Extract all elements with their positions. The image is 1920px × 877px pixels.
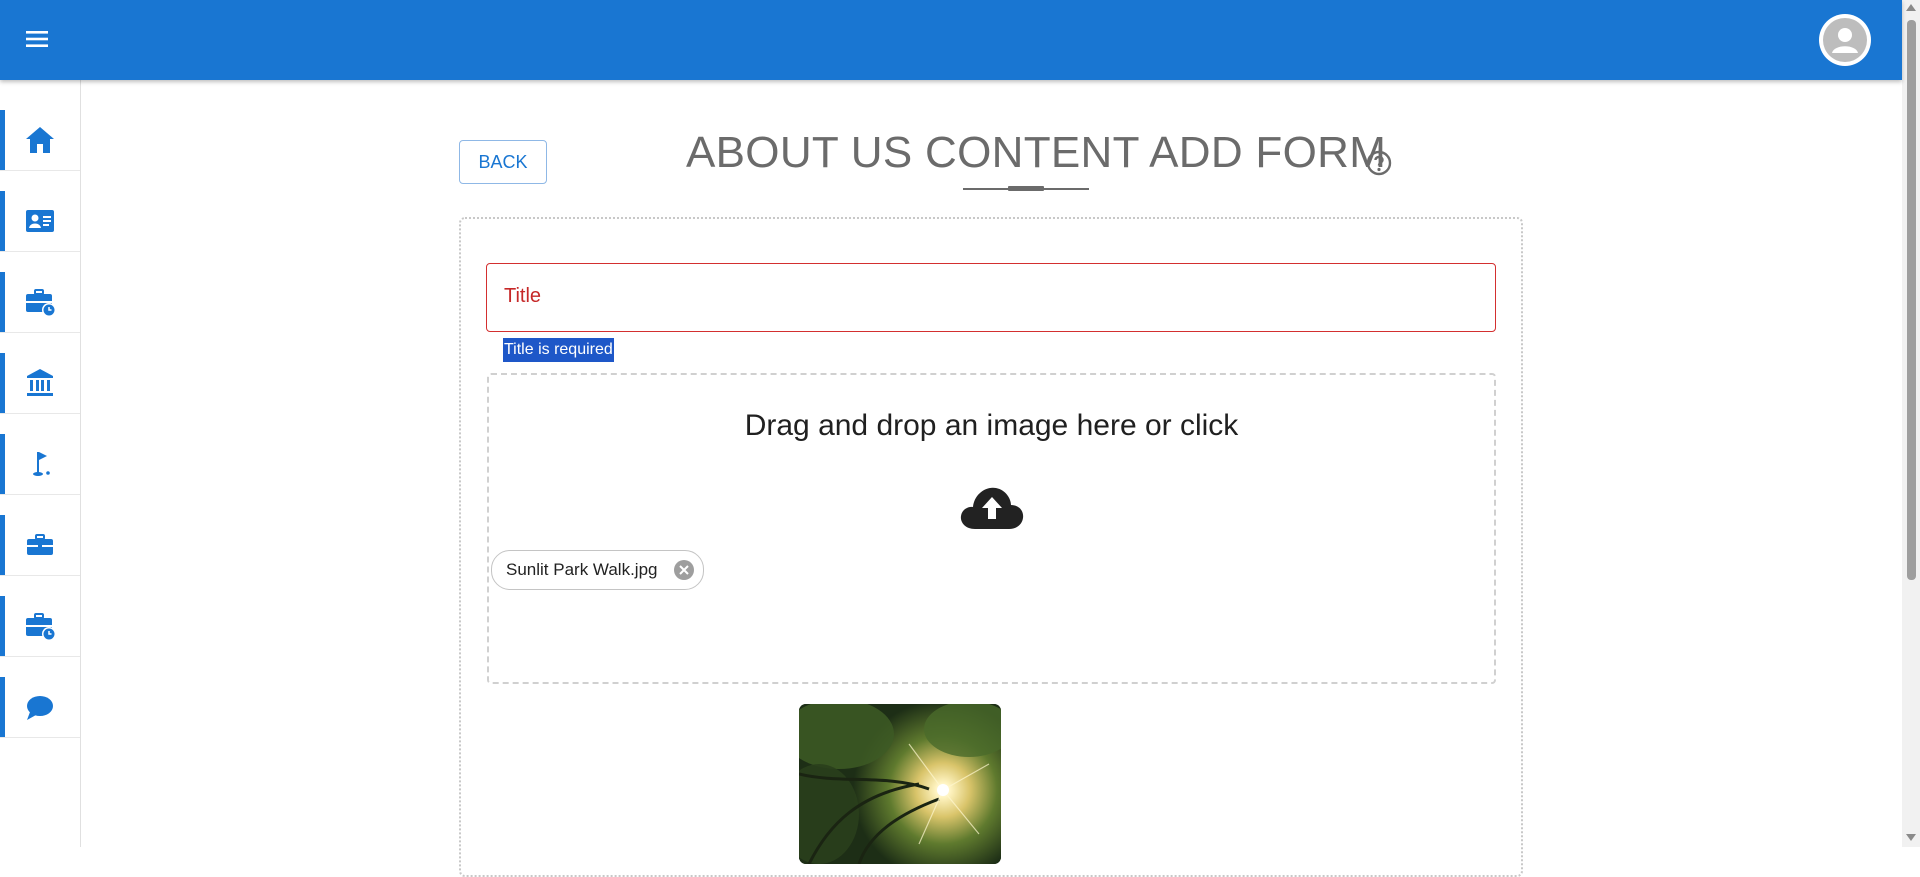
dropzone-text: Drag and drop an image here or click xyxy=(744,409,1239,442)
active-indicator xyxy=(0,434,5,494)
sidebar-item-jobs-pending[interactable] xyxy=(0,272,80,333)
sunlit-trees-photo xyxy=(799,704,1001,864)
active-indicator xyxy=(0,272,5,332)
sidebar-item-golf[interactable] xyxy=(0,434,80,495)
home-icon xyxy=(26,127,54,153)
sidebar-item-business[interactable] xyxy=(0,515,80,576)
account-avatar-button[interactable] xyxy=(1819,14,1871,66)
sidebar-item-home[interactable] xyxy=(0,110,80,171)
app-bar xyxy=(0,0,1902,80)
briefcase-clock-icon xyxy=(26,289,56,317)
sidebar-item-about[interactable] xyxy=(0,191,80,252)
sidebar-item-messages[interactable] xyxy=(0,677,80,738)
briefcase-icon xyxy=(27,534,53,555)
cancel-circle-icon[interactable] xyxy=(673,559,695,581)
active-indicator xyxy=(0,191,5,251)
cloud-upload-icon xyxy=(960,487,1024,529)
active-indicator xyxy=(0,353,5,413)
active-indicator xyxy=(0,596,5,656)
active-indicator xyxy=(0,515,5,575)
chat-bubble-icon xyxy=(27,696,53,720)
help-circle-icon[interactable] xyxy=(1365,149,1393,177)
title-placeholder: Title xyxy=(504,285,542,307)
page-title: ABOUT US CONTENT ADD FORM xyxy=(686,128,1387,177)
sidebar xyxy=(0,80,81,847)
active-indicator xyxy=(0,677,5,737)
scroll-up-icon[interactable] xyxy=(1906,4,1916,11)
image-dropzone[interactable]: Drag and drop an image here or click Sun… xyxy=(487,373,1496,684)
active-indicator xyxy=(0,110,5,170)
back-button[interactable]: BACK xyxy=(459,140,547,184)
briefcase-clock-icon xyxy=(26,613,56,641)
bank-icon xyxy=(27,369,53,396)
golf-flag-icon xyxy=(33,452,50,476)
hamburger-menu-icon[interactable] xyxy=(24,28,50,50)
contact-card-icon xyxy=(26,210,54,232)
page-scrollbar[interactable] xyxy=(1902,0,1920,847)
file-chip-label: Sunlit Park Walk.jpg xyxy=(506,560,658,579)
scrollbar-thumb[interactable] xyxy=(1907,20,1916,580)
sidebar-item-work-history[interactable] xyxy=(0,596,80,657)
title-error-message: Title is required xyxy=(503,338,614,362)
title-input[interactable]: Title xyxy=(486,263,1496,332)
scroll-down-icon[interactable] xyxy=(1906,834,1916,841)
sidebar-item-institution[interactable] xyxy=(0,353,80,414)
title-divider-accent xyxy=(1008,186,1044,191)
file-chip: Sunlit Park Walk.jpg xyxy=(491,550,705,590)
account-circle-icon xyxy=(1823,18,1867,62)
image-preview xyxy=(799,704,1001,864)
